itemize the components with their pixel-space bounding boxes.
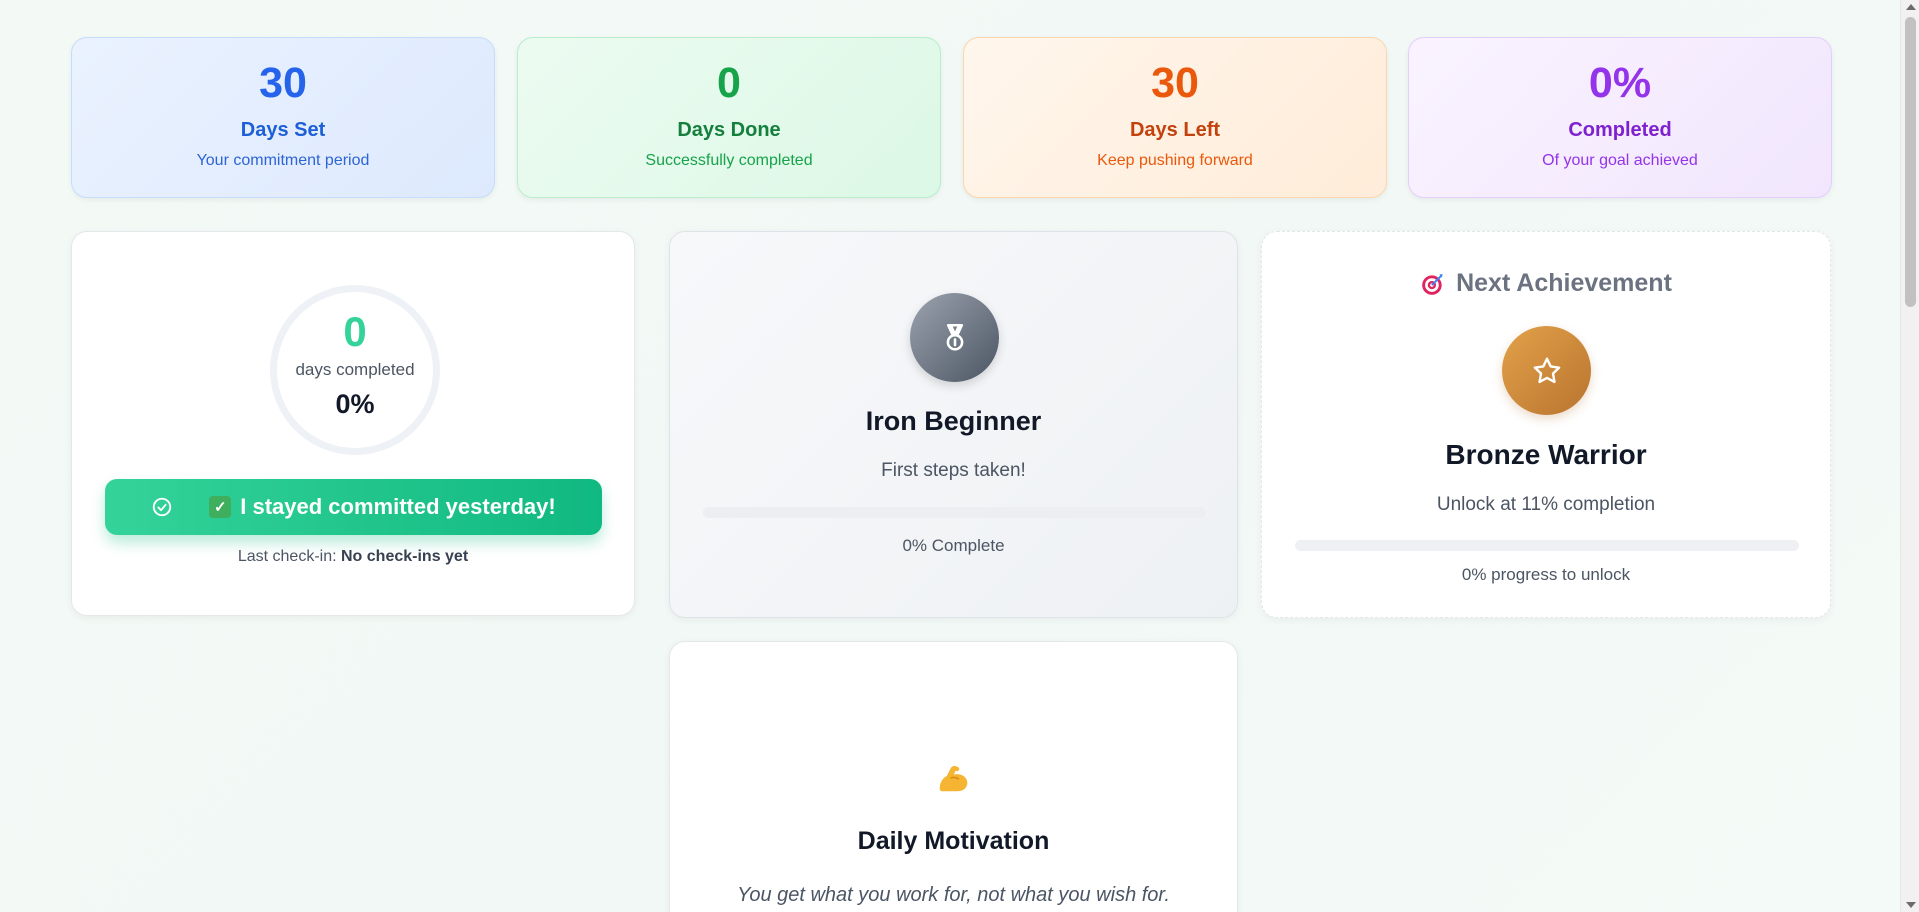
vertical-scrollbar[interactable] [1900,0,1919,912]
last-checkin: Last check-in: No check-ins yet [72,548,634,566]
stat-title: Days Left [1129,119,1221,142]
motivation-title: Daily Motivation [857,827,1050,855]
badge-progress-text: 0% Complete [902,536,1005,555]
days-completed-label: days completed [295,360,415,379]
next-achievement-heading: Next Achievement [1262,269,1830,298]
badge-description: First steps taken! [881,460,1026,481]
stat-card-days-set: 30 Days Set Your commitment period [71,37,495,198]
star-icon [1502,326,1591,415]
stat-value: 0% [1588,59,1652,107]
unlock-progress-text: 0% progress to unlock [1461,565,1631,584]
stat-value: 30 [259,59,307,107]
badge-progress-bar [703,507,1206,518]
days-completed-count: 0 [343,308,367,355]
scroll-up-arrow[interactable] [1906,4,1916,10]
next-achievement-panel: Next Achievement Bronze Warrior Unlock a… [1261,231,1831,618]
motivation-quote: You get what you work for, not what you … [737,884,1170,906]
checkin-button-label: I stayed committed yesterday! [240,494,556,519]
stat-subtitle: Keep pushing forward [1097,152,1253,170]
last-checkin-label: Last check-in: [237,548,337,565]
progress-ring: 0 days completed 0% [270,285,440,455]
medal-icon [910,293,999,382]
checkin-button[interactable]: ✓ I stayed committed yesterday! [105,479,602,535]
badge-title: Iron Beginner [865,406,1042,436]
scrollbar-thumb[interactable] [1905,17,1916,307]
next-achievement-title: Bronze Warrior [1445,439,1647,470]
target-icon [1420,271,1446,297]
stat-card-completed: 0% Completed Of your goal achieved [1408,37,1832,198]
stat-subtitle: Successfully completed [645,152,813,170]
stat-subtitle: Your commitment period [196,152,370,170]
stat-card-days-left: 30 Days Left Keep pushing forward [963,37,1387,198]
stat-title: Days Done [677,119,781,142]
check-circle-icon [151,496,173,518]
stat-card-days-done: 0 Days Done Successfully completed [517,37,941,198]
next-achievement-heading-text: Next Achievement [1456,269,1672,297]
dashboard: 30 Days Set Your commitment period 0 Day… [0,0,1900,912]
last-checkin-value: No check-ins yet [341,548,469,565]
scroll-down-arrow[interactable] [1906,902,1916,908]
current-badge-panel: Iron Beginner First steps taken! 0% Comp… [669,231,1238,618]
unlock-progress-bar [1295,540,1799,551]
check-box-icon: ✓ [209,496,232,518]
stat-title: Completed [1568,119,1672,142]
stat-value: 30 [1151,59,1199,107]
stat-subtitle: Of your goal achieved [1542,152,1698,170]
progress-panel: 0 days completed 0% ✓ I stayed committed… [71,231,635,616]
next-achievement-description: Unlock at 11% completion [1436,494,1656,515]
completion-percent: 0% [335,389,375,419]
stat-title: Days Set [240,119,326,142]
motivation-panel: Daily Motivation You get what you work f… [669,641,1238,912]
stat-value: 0 [717,59,741,107]
flexed-biceps-icon [670,758,1237,796]
